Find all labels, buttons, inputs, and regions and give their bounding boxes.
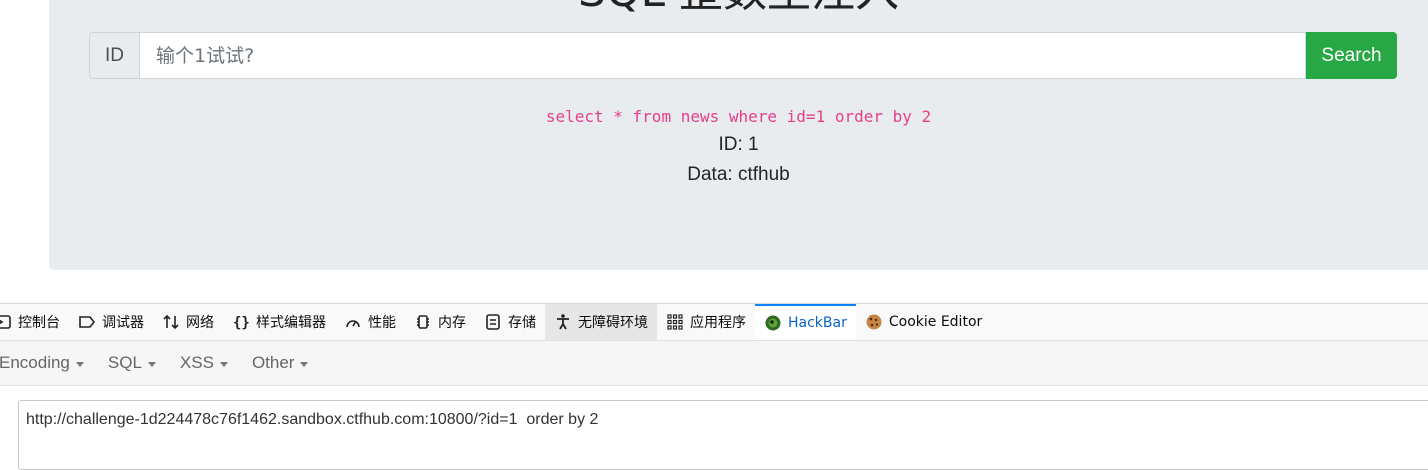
hackbar-body: http://challenge-1d224478c76f1462.sandbo… (0, 386, 1428, 470)
query-result: select * from news where id=1 order by 2… (49, 104, 1428, 190)
tab-memory[interactable]: 内存 (405, 304, 475, 340)
search-button[interactable]: Search (1306, 32, 1397, 79)
tab-storage[interactable]: 存储 (475, 304, 545, 340)
url-textarea[interactable]: http://challenge-1d224478c76f1462.sandbo… (18, 400, 1428, 470)
menu-label: Encoding (0, 353, 70, 372)
caret-down-icon (219, 361, 228, 367)
console-icon (0, 315, 11, 329)
debugger-icon (79, 316, 96, 328)
devtools-tabbar: 控制台 调试器 网络 {} 样式编辑器 性能 内存 存储 无障碍环境 应用程序 … (0, 304, 1428, 341)
caret-down-icon (75, 361, 84, 367)
caret-down-icon (147, 361, 156, 367)
result-id: ID: 1 (718, 134, 759, 155)
svg-text:{}: {} (233, 315, 250, 331)
menu-sql[interactable]: SQL (108, 353, 156, 373)
menu-other[interactable]: Other (252, 353, 309, 373)
tab-label: 调试器 (102, 315, 144, 331)
cookie-icon (866, 314, 882, 330)
devtools-panel: 控制台 调试器 网络 {} 样式编辑器 性能 内存 存储 无障碍环境 应用程序 … (0, 303, 1428, 470)
tab-label: Cookie Editor (888, 314, 983, 330)
performance-icon (346, 320, 360, 328)
tab-label: 网络 (186, 315, 214, 331)
menu-label: Other (251, 353, 295, 372)
tab-label: 控制台 (18, 315, 60, 331)
search-prefix-label: ID (89, 32, 139, 79)
hackbar-menu: Encoding SQL XSS Other (0, 341, 1428, 386)
page-title: SQL 整数型注入 (49, 0, 1428, 16)
tab-hackbar[interactable]: HackBar (755, 304, 856, 340)
network-icon (163, 314, 179, 330)
tab-debugger[interactable]: 调试器 (69, 304, 153, 340)
tab-label: 内存 (438, 315, 466, 331)
menu-encoding[interactable]: Encoding (0, 353, 84, 373)
sql-query-text: select * from news where id=1 order by 2 (545, 107, 932, 126)
tab-label: 无障碍环境 (578, 315, 648, 331)
application-icon (667, 314, 683, 330)
tab-console[interactable]: 控制台 (0, 304, 69, 340)
menu-xss[interactable]: XSS (180, 353, 228, 373)
storage-icon (486, 314, 500, 330)
tab-label: 存储 (508, 315, 536, 331)
tab-performance[interactable]: 性能 (335, 304, 405, 340)
menu-label: SQL (107, 353, 142, 372)
menu-label: XSS (179, 353, 214, 372)
memory-icon (417, 315, 429, 329)
result-data: Data: ctfhub (687, 164, 790, 185)
search-form: ID Search (89, 32, 1397, 79)
tab-cookie-editor[interactable]: Cookie Editor (856, 304, 991, 340)
tab-label: 应用程序 (690, 315, 746, 331)
style-editor-icon: {} (233, 315, 250, 331)
tab-label: 样式编辑器 (256, 315, 326, 331)
caret-down-icon (300, 361, 309, 367)
hackbar-icon (765, 315, 781, 331)
tab-style-editor[interactable]: {} 样式编辑器 (223, 304, 335, 340)
tab-application[interactable]: 应用程序 (657, 304, 755, 340)
tab-label: HackBar (788, 315, 847, 331)
tab-network[interactable]: 网络 (153, 304, 223, 340)
search-input[interactable] (139, 32, 1306, 79)
tab-accessibility[interactable]: 无障碍环境 (545, 304, 657, 340)
accessibility-icon (557, 314, 569, 330)
tab-label: 性能 (368, 315, 396, 331)
jumbotron: SQL 整数型注入 ID Search select * from news w… (49, 0, 1428, 270)
